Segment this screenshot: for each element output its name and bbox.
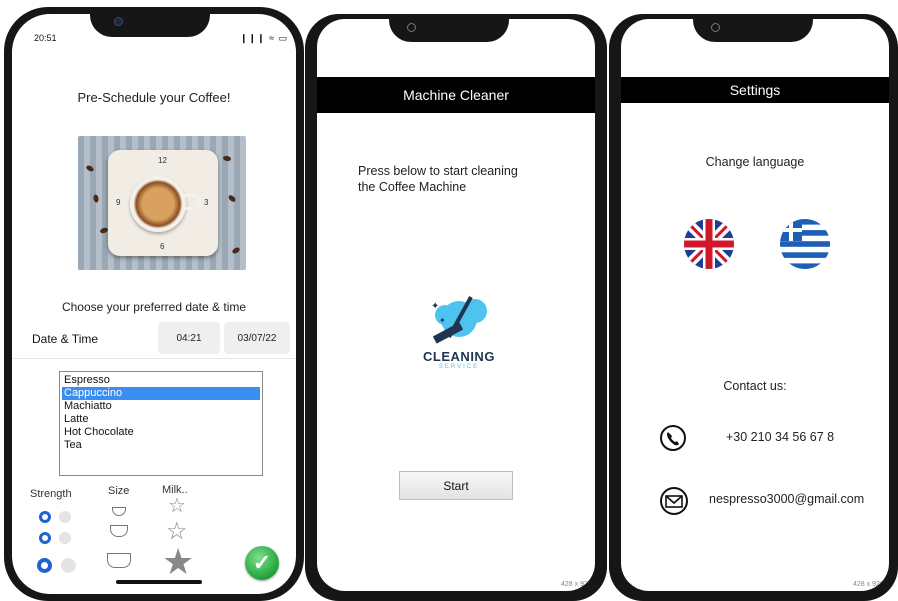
phone-notch (389, 14, 509, 42)
coffee-cup (130, 176, 186, 232)
list-item[interactable]: Machiatto (62, 400, 260, 413)
change-language-label: Change language (705, 155, 805, 169)
strength-label: Strength (30, 488, 72, 500)
dimension-label: 428 x 926 (853, 581, 884, 588)
settings-screen: Settings Change language Contact us: +30… (621, 19, 889, 591)
clean-instruction-line1: Press below to start cleaning (358, 164, 518, 178)
email-icon[interactable] (659, 486, 689, 516)
strength-radio-2[interactable] (39, 532, 51, 544)
cleaner-screen: Machine Cleaner Press below to start cle… (317, 19, 595, 591)
email-address[interactable]: nespresso3000@gmail.com (709, 492, 864, 506)
contact-label: Contact us: (723, 379, 787, 393)
dimension-label: 428 x 926 (561, 581, 592, 588)
home-indicator (116, 580, 202, 584)
phone-frame-schedule: 20:51 ❙❙❙ ≈ ▭ Pre-Schedule your Coffee! … (4, 7, 304, 601)
phone-frame-cleaner: Machine Cleaner Press below to start cle… (305, 14, 607, 601)
coffee-clock-image: 12 3 6 9 (78, 136, 246, 270)
list-item[interactable]: Hot Chocolate (62, 426, 260, 439)
medium-cup-icon[interactable] (110, 525, 128, 537)
list-item[interactable]: Espresso (62, 374, 260, 387)
strength-radio-3[interactable] (37, 558, 52, 573)
clock-face: 12 3 6 9 (108, 150, 218, 256)
start-button[interactable]: Start (399, 471, 513, 500)
svg-text:✦: ✦ (439, 316, 446, 325)
date-time-instruction: Choose your preferred date & time (61, 300, 247, 314)
phone-number[interactable]: +30 210 34 56 67 8 (726, 430, 834, 444)
page-title: Pre-Schedule your Coffee! (77, 90, 231, 105)
size-label: Size (108, 485, 130, 497)
cleaner-header: Machine Cleaner (317, 77, 595, 113)
star-filled-icon[interactable]: ★ (162, 544, 194, 580)
settings-header: Settings (621, 77, 889, 103)
cleaning-service-logo: ✦ ✦ CLEANING SERVICE (409, 289, 509, 371)
drink-listbox[interactable]: Espresso Cappuccino Machiatto Latte Hot … (59, 371, 263, 476)
greek-flag-icon[interactable] (780, 219, 830, 269)
status-time: 20:51 (34, 33, 57, 43)
svg-text:✦: ✦ (431, 301, 439, 312)
logo-subtext: SERVICE (438, 364, 480, 370)
phone-icon[interactable] (659, 424, 687, 452)
list-item[interactable]: Latte (62, 413, 260, 426)
status-icons: ❙❙❙ ≈ ▭ (240, 33, 289, 43)
phone-frame-settings: Settings Change language Contact us: +30… (609, 14, 898, 601)
large-cup-icon[interactable] (107, 553, 131, 568)
strength-radio-2-alt[interactable] (59, 532, 71, 544)
list-item[interactable]: Tea (62, 439, 260, 452)
uk-flag-icon[interactable] (684, 219, 734, 269)
check-icon[interactable]: ✓ (245, 546, 279, 580)
strength-radio-3-alt[interactable] (61, 558, 76, 573)
strength-radio-1[interactable] (39, 511, 51, 523)
phone-notch (693, 14, 813, 42)
schedule-screen: 20:51 ❙❙❙ ≈ ▭ Pre-Schedule your Coffee! … (12, 14, 296, 594)
logo-text: CLEANING (423, 349, 495, 364)
star-outline-icon[interactable]: ☆ (168, 496, 186, 516)
phone-notch (90, 7, 210, 37)
time-picker[interactable]: 04:21 (158, 322, 220, 354)
date-picker[interactable]: 03/07/22 (224, 322, 290, 354)
clean-instruction-line2: the Coffee Machine (358, 180, 467, 194)
date-time-label: Date & Time (32, 332, 99, 346)
list-item-selected[interactable]: Cappuccino (62, 387, 260, 400)
small-cup-icon[interactable] (112, 507, 126, 516)
strength-radio-1-alt[interactable] (59, 511, 71, 523)
squeegee-icon: ✦ ✦ (431, 296, 487, 344)
